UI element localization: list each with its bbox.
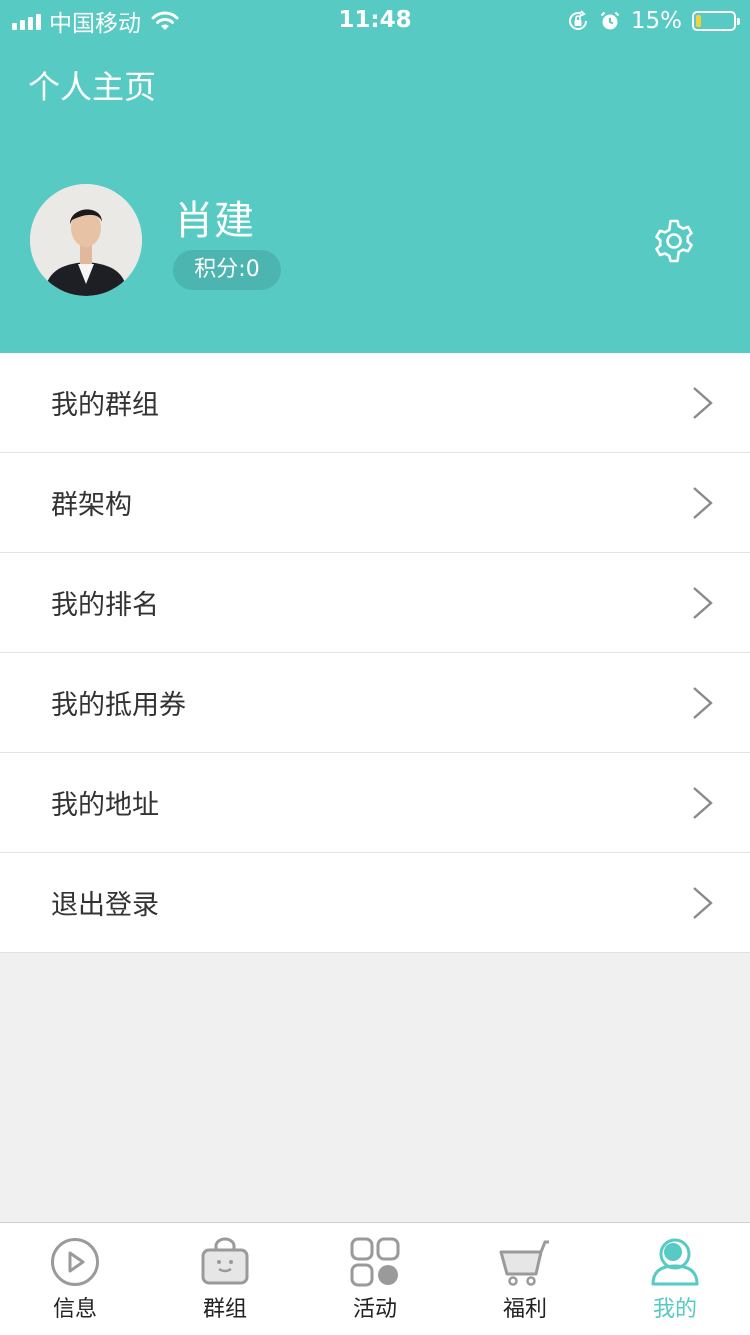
menu-item-label: 我的地址 xyxy=(51,790,159,821)
tab-label: 福利 xyxy=(502,1297,547,1322)
tab-bar: 信息 群组 活动 福利 我的 xyxy=(0,1222,750,1335)
tab-label: 活动 xyxy=(352,1297,397,1322)
menu-list: 我的群组 群架构 我的排名 我的抵用券 我的地址 退出登录 xyxy=(0,353,750,953)
tab-label: 信息 xyxy=(52,1297,97,1322)
avatar[interactable] xyxy=(30,184,142,296)
bag-icon xyxy=(201,1237,249,1285)
gear-icon[interactable] xyxy=(650,217,698,265)
chevron-right-icon xyxy=(693,487,713,519)
battery-percent: 15% xyxy=(630,8,682,34)
chevron-right-icon xyxy=(693,587,713,619)
user-icon xyxy=(651,1238,699,1286)
menu-item-label: 我的群组 xyxy=(51,390,159,421)
tab-welfare[interactable]: 福利 xyxy=(450,1223,600,1335)
tab-activities[interactable]: 活动 xyxy=(300,1223,450,1335)
battery-icon xyxy=(692,11,740,31)
tab-groups[interactable]: 群组 xyxy=(150,1223,300,1335)
alarm-icon xyxy=(600,11,620,30)
menu-item-label: 我的排名 xyxy=(51,590,159,621)
menu-item-my-address[interactable]: 我的地址 xyxy=(0,753,750,853)
user-name: 肖建 xyxy=(174,198,254,244)
page-title: 个人主页 xyxy=(28,68,157,106)
profile-header: 中国移动 11:48 15% 个人主页 肖建 积分:0 xyxy=(0,0,750,353)
menu-item-label: 群架构 xyxy=(51,490,132,521)
menu-item-group-structure[interactable]: 群架构 xyxy=(0,453,750,553)
menu-item-label: 我的抵用券 xyxy=(51,690,186,721)
points-badge: 积分:0 xyxy=(173,250,281,290)
grid-icon xyxy=(350,1237,400,1287)
chevron-right-icon xyxy=(693,787,713,819)
play-circle-icon xyxy=(51,1238,99,1286)
menu-item-my-ranking[interactable]: 我的排名 xyxy=(0,553,750,653)
menu-item-my-coupons[interactable]: 我的抵用券 xyxy=(0,653,750,753)
status-bar: 中国移动 11:48 15% xyxy=(0,0,750,40)
tab-label: 我的 xyxy=(652,1297,697,1322)
tab-mine[interactable]: 我的 xyxy=(600,1223,750,1335)
menu-item-logout[interactable]: 退出登录 xyxy=(0,853,750,953)
cart-icon xyxy=(499,1240,549,1286)
chevron-right-icon xyxy=(693,387,713,419)
menu-item-label: 退出登录 xyxy=(51,890,159,921)
chevron-right-icon xyxy=(693,887,713,919)
rotation-lock-icon xyxy=(568,10,587,30)
menu-item-my-groups[interactable]: 我的群组 xyxy=(0,353,750,453)
tab-messages[interactable]: 信息 xyxy=(0,1223,150,1335)
chevron-right-icon xyxy=(693,687,713,719)
tab-label: 群组 xyxy=(202,1297,247,1322)
